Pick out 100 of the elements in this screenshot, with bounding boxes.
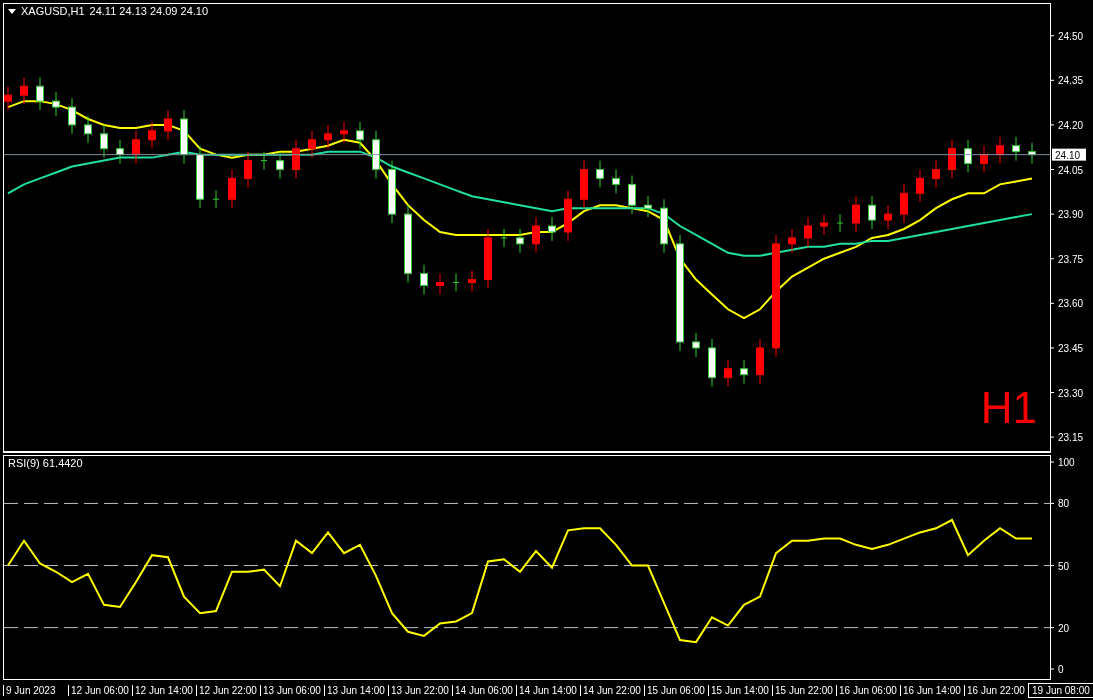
candlestick [36, 76, 44, 111]
candlestick [788, 228, 796, 254]
candlestick [116, 139, 124, 165]
candlestick [1012, 136, 1020, 162]
candlestick [580, 160, 588, 209]
candlestick [1028, 142, 1036, 165]
time-axis-label: 12 Jun 22:00 [196, 684, 260, 696]
dropdown-icon[interactable] [8, 8, 16, 14]
candlestick [548, 216, 556, 242]
candlestick [276, 151, 284, 179]
price-axis-label: 24.20 [1049, 119, 1084, 131]
time-axis-label: 14 Jun 22:00 [580, 684, 644, 696]
price-axis-label: 23.90 [1049, 209, 1084, 221]
candlestick [724, 359, 732, 388]
candlestick [260, 151, 268, 170]
candlestick [852, 195, 860, 233]
candlestick [900, 183, 908, 224]
candlestick [468, 270, 476, 292]
candlestick [564, 189, 572, 242]
candlestick [868, 195, 876, 230]
candlestick [884, 204, 892, 230]
candlestick [500, 228, 508, 248]
candlestick [324, 124, 332, 150]
candlestick [228, 169, 236, 209]
y-tick-label: 100 [1058, 457, 1076, 469]
time-axis-label: 16 Jun 06:00 [836, 684, 900, 696]
y-tick-label: 23.90 [1058, 209, 1084, 221]
candlestick [804, 216, 812, 248]
candlestick [308, 130, 316, 159]
time-axis-label: 12 Jun 14:00 [132, 684, 196, 696]
y-tick-label: 24.50 [1058, 30, 1084, 42]
candlestick [244, 151, 252, 188]
price-axis-label: 24.05 [1049, 164, 1084, 176]
y-tick-label: 23.45 [1058, 342, 1084, 354]
candlestick [340, 121, 348, 144]
candlestick [644, 195, 652, 218]
candlestick [916, 169, 924, 203]
time-axis-label: 15 Jun 14:00 [708, 684, 772, 696]
candlestick [180, 109, 188, 165]
time-axis-label: 13 Jun 22:00 [388, 684, 452, 696]
candlestick [68, 97, 76, 135]
candlestick [612, 169, 620, 194]
candlestick [100, 124, 108, 159]
candlestick [212, 189, 220, 209]
y-tick-label: 24.35 [1058, 75, 1084, 87]
candlestick [484, 228, 492, 289]
rsi-axis-label: 0 [1049, 664, 1064, 676]
rsi-axis-label: 80 [1049, 498, 1070, 510]
timeframe-label: H1 [980, 386, 1037, 430]
price-axis-label: 23.75 [1049, 253, 1084, 265]
candlestick [516, 228, 524, 254]
candlestick [596, 160, 604, 188]
time-axis-label: 13 Jun 14:00 [324, 684, 388, 696]
candlestick [164, 109, 172, 141]
time-axis-label: 12 Jun 06:00 [68, 684, 132, 696]
candlestick [628, 174, 636, 215]
candlestick [20, 76, 28, 105]
y-tick-label: 23.30 [1058, 387, 1084, 399]
candlestick [84, 115, 92, 144]
candlestick [964, 139, 972, 173]
candlestick [756, 338, 764, 385]
candlestick [372, 130, 380, 179]
y-tick-label: 23.15 [1058, 432, 1084, 444]
candlestick [948, 139, 956, 179]
rsi-axis-label: 100 [1049, 457, 1075, 469]
candlestick [52, 91, 60, 117]
price-axis-label: 23.30 [1049, 387, 1084, 399]
candlestick [388, 160, 396, 224]
price-axis-label: 24.35 [1049, 75, 1084, 87]
time-axis-label: 14 Jun 14:00 [516, 684, 580, 696]
indicator-title: RSI(9) 61.4420 [8, 457, 83, 469]
candlestick [836, 213, 844, 233]
candlestick [996, 136, 1004, 165]
time-axis-label: 9 Jun 2023 [3, 684, 68, 696]
price-axis-label: 24.50 [1049, 30, 1084, 42]
time-axis-label: 19 Jun 08:00 [1028, 682, 1093, 698]
y-tick-label: 23.60 [1058, 298, 1084, 310]
price-axis-label: 23.15 [1049, 432, 1084, 444]
candlestick [980, 145, 988, 173]
candlestick [356, 121, 364, 150]
time-axis-label: 15 Jun 06:00 [644, 684, 708, 696]
y-tick-label: 50 [1058, 560, 1070, 572]
candlestick [420, 264, 428, 295]
y-tick-label: 23.75 [1058, 253, 1084, 265]
rsi-axis-label: 50 [1049, 560, 1070, 572]
candlestick [196, 145, 204, 209]
candlestick [452, 273, 460, 292]
y-tick-label: 20 [1058, 622, 1070, 634]
candlestick [660, 198, 668, 254]
candlestick [148, 121, 156, 150]
y-tick-label: 0 [1058, 664, 1064, 676]
chart-title: XAGUSD,H1 [21, 5, 85, 17]
time-axis-label: 13 Jun 06:00 [260, 684, 324, 696]
candlestick [436, 273, 444, 295]
candlestick [292, 139, 300, 179]
candlestick [692, 332, 700, 358]
y-tick-label: 80 [1058, 498, 1070, 510]
candlestick [820, 213, 828, 236]
candlestick [4, 85, 12, 111]
candlestick [132, 130, 140, 165]
